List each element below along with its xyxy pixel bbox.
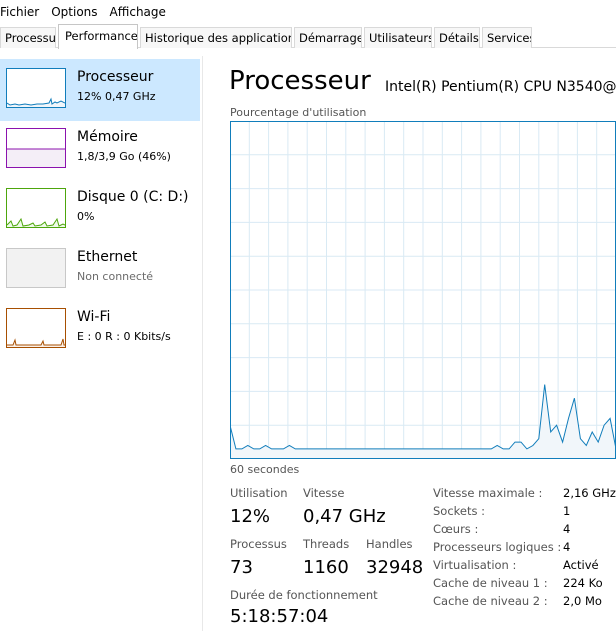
sidebar-item-wifi[interactable]: Wi-Fi E : 0 R : 0 Kbits/s bbox=[0, 299, 200, 361]
sidebar-item-ethernet[interactable]: Ethernet Non connecté bbox=[0, 239, 200, 301]
graph-time-label: 60 secondes bbox=[230, 463, 300, 476]
tab-services[interactable]: Services bbox=[482, 27, 532, 48]
sidebar-item-subtitle: Non connecté bbox=[77, 270, 154, 283]
menu-bar: Fichier Options Affichage bbox=[0, 0, 616, 24]
sidebar-item-subtitle: 1,8/3,9 Go (46%) bbox=[77, 150, 171, 163]
handles-value: 32948 bbox=[366, 557, 424, 578]
spec-value: 4 bbox=[563, 522, 571, 536]
tab-performance[interactable]: Performance bbox=[58, 24, 138, 49]
cpu-model-name: Intel(R) Pentium(R) CPU N3540@ bbox=[385, 79, 616, 95]
sidebar-item-disque[interactable]: Disque 0 (C: D:) 0% bbox=[0, 179, 200, 241]
page-title: Processeur bbox=[229, 66, 371, 96]
tab-historique[interactable]: Historique des applications bbox=[140, 27, 292, 48]
tab-bar: Processus Performance Historique des app… bbox=[0, 24, 616, 49]
ethernet-thumbnail-graph bbox=[6, 248, 66, 288]
vitesse-value: 0,47 GHz bbox=[303, 506, 386, 527]
sidebar-item-subtitle: E : 0 R : 0 Kbits/s bbox=[77, 330, 171, 343]
disk-thumbnail-graph bbox=[6, 188, 66, 228]
spec-label: Cache de niveau 1 : bbox=[433, 576, 548, 590]
tab-details[interactable]: Détails bbox=[434, 27, 480, 48]
sidebar-item-title: Wi-Fi bbox=[77, 309, 111, 325]
threads-label: Threads bbox=[303, 537, 350, 551]
utilisation-value: 12% bbox=[230, 506, 271, 527]
uptime-value: 5:18:57:04 bbox=[230, 606, 329, 627]
memory-thumbnail-graph bbox=[6, 128, 66, 168]
sidebar-item-subtitle: 12% 0,47 GHz bbox=[77, 90, 156, 103]
graph-grid bbox=[230, 121, 616, 459]
sidebar-item-title: Disque 0 (C: D:) bbox=[77, 189, 189, 205]
spec-value: 224 Ko bbox=[563, 576, 603, 590]
spec-label: Vitesse maximale : bbox=[433, 486, 543, 500]
sidebar-item-title: Mémoire bbox=[77, 129, 138, 145]
sidebar-item-title: Processeur bbox=[77, 69, 154, 85]
spec-label: Virtualisation : bbox=[433, 558, 517, 572]
sidebar-item-title: Ethernet bbox=[77, 249, 138, 265]
tab-processus[interactable]: Processus bbox=[0, 27, 56, 48]
spec-label: Sockets : bbox=[433, 504, 486, 518]
tab-demarrage[interactable]: Démarrage bbox=[294, 27, 362, 48]
cpu-usage-graph bbox=[230, 121, 616, 459]
spec-label: Processeurs logiques : bbox=[433, 540, 562, 554]
vitesse-label: Vitesse bbox=[303, 486, 345, 500]
resource-sidebar: Processeur 12% 0,47 GHz Mémoire 1,8/3,9 … bbox=[0, 56, 203, 631]
spec-label: Cœurs : bbox=[433, 522, 479, 536]
spec-value: 4 bbox=[563, 540, 571, 554]
processus-value: 73 bbox=[230, 557, 253, 578]
sidebar-item-subtitle: 0% bbox=[77, 210, 95, 223]
spec-value: Activé bbox=[563, 558, 599, 572]
processus-label: Processus bbox=[230, 537, 287, 551]
uptime-label: Durée de fonctionnement bbox=[230, 588, 378, 602]
menu-options[interactable]: Options bbox=[47, 1, 102, 23]
graph-y-label: Pourcentage d'utilisation bbox=[230, 106, 367, 119]
spec-value: 2,16 GHz bbox=[563, 486, 616, 500]
menu-affichage[interactable]: Affichage bbox=[106, 1, 171, 23]
sidebar-item-memoire[interactable]: Mémoire 1,8/3,9 Go (46%) bbox=[0, 119, 200, 181]
spec-label: Cache de niveau 2 : bbox=[433, 594, 548, 608]
utilisation-label: Utilisation bbox=[230, 486, 288, 500]
spec-value: 2,0 Mo bbox=[563, 594, 602, 608]
cpu-thumbnail-graph bbox=[6, 68, 66, 108]
handles-label: Handles bbox=[366, 537, 413, 551]
tab-utilisateurs[interactable]: Utilisateurs bbox=[364, 27, 432, 48]
sidebar-item-processeur[interactable]: Processeur 12% 0,47 GHz bbox=[0, 59, 200, 121]
spec-value: 1 bbox=[563, 504, 571, 518]
wifi-thumbnail-graph bbox=[6, 308, 66, 348]
menu-fichier[interactable]: Fichier bbox=[0, 1, 44, 23]
threads-value: 1160 bbox=[303, 557, 349, 578]
